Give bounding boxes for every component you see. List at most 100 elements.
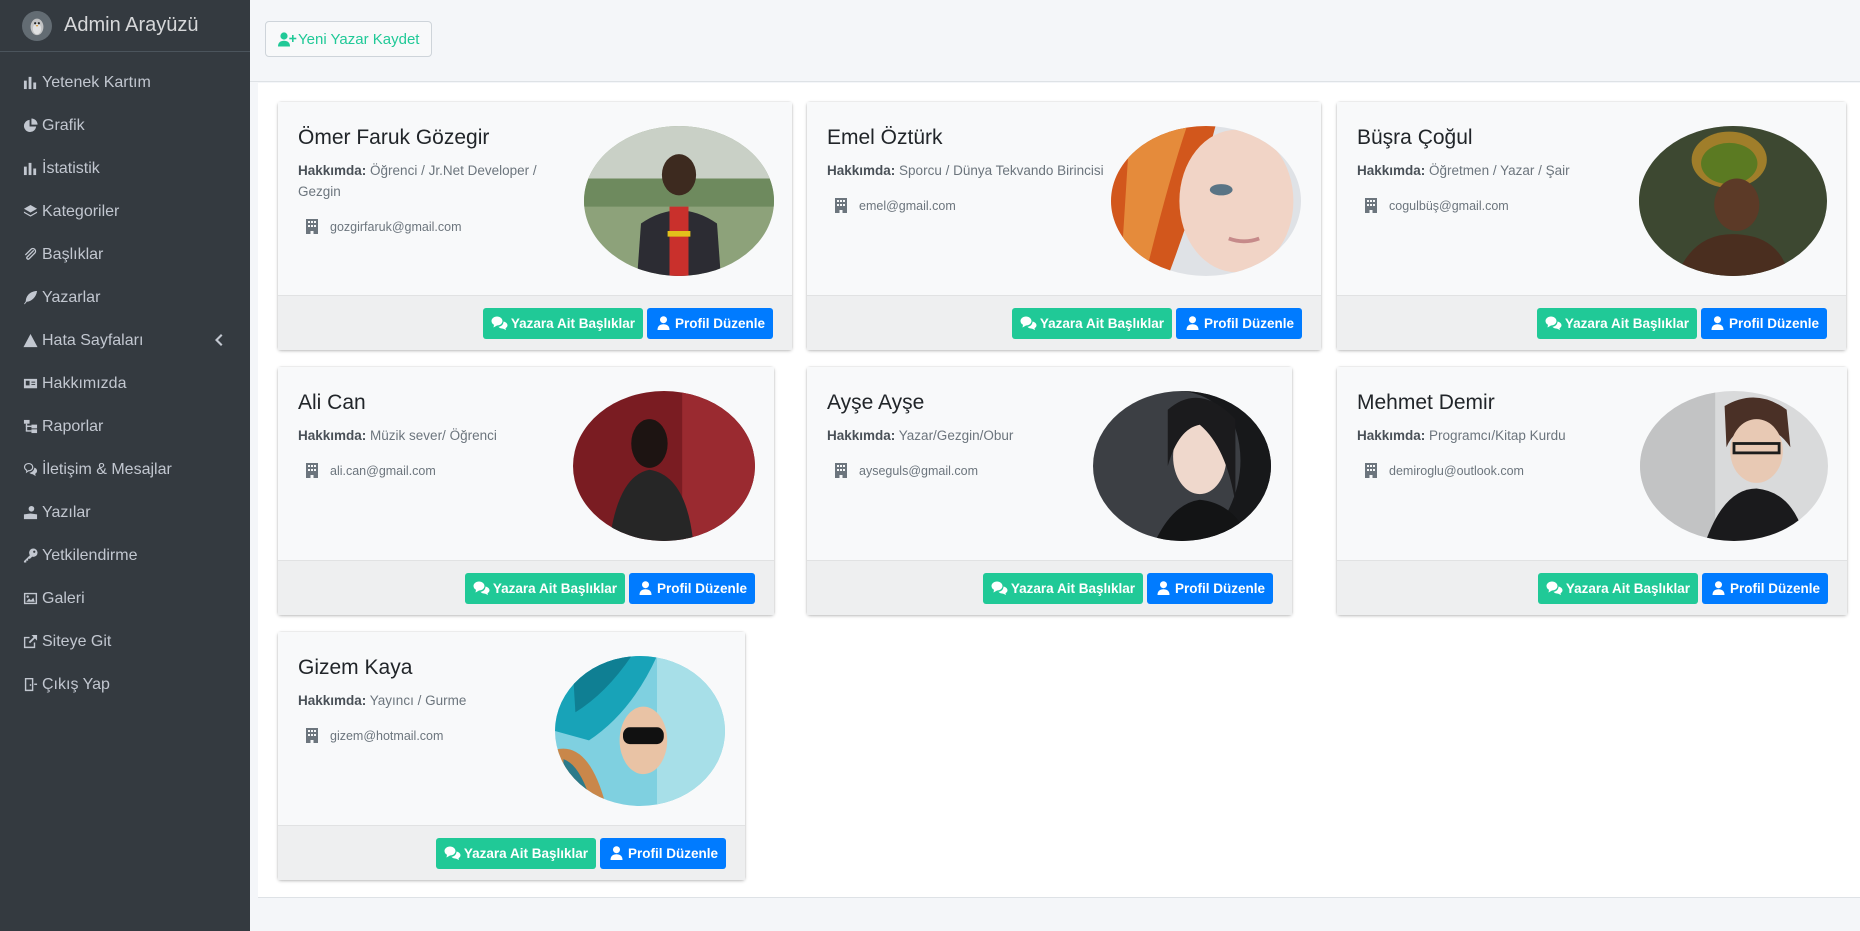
sidebar-item-label: Hata Sayfaları <box>42 331 144 349</box>
writer-card: Ömer Faruk Gözegir Hakkımda: Öğrenci / J… <box>278 102 792 350</box>
edit-profile-label: Profil Düzenle <box>674 315 765 331</box>
paperclip-icon <box>23 247 38 262</box>
user-plus-icon <box>278 31 297 46</box>
writer-name: Büşra Çoğul <box>1357 126 1473 149</box>
writer-name: Ali Can <box>298 391 366 414</box>
bar-chart-icon <box>23 161 38 176</box>
writer-email-text: gozgirfaruk@gmail.com <box>330 219 462 234</box>
edit-profile-button[interactable]: Profil Düzenle <box>628 572 755 604</box>
writer-about: Hakkımda: Öğrenci / Jr.Net Developer / G… <box>298 160 548 202</box>
writer-card: Mehmet Demir Hakkımda: Programcı/Kitap K… <box>1337 367 1847 615</box>
writer-titles-button[interactable]: Yazara Ait Başlıklar <box>982 572 1143 604</box>
writer-photo <box>573 391 755 541</box>
top-toolbar: Yeni Yazar Kaydet <box>250 0 1860 82</box>
writer-card-body: Ali Can Hakkımda: Müzik sever/ Öğrenci a… <box>278 367 774 560</box>
sidebar-item-label: Yazarlar <box>42 288 101 306</box>
brand-link[interactable]: Admin Arayüzü <box>0 0 250 52</box>
writer-titles-button[interactable]: Yazara Ait Başlıklar <box>1537 572 1698 604</box>
writer-name: Emel Öztürk <box>827 126 943 149</box>
feather-icon <box>23 290 38 305</box>
sidebar-item-yetenek-kartim[interactable]: Yetenek Kartım <box>0 61 250 104</box>
writer-name: Ömer Faruk Gözegir <box>298 126 490 149</box>
writer-titles-button[interactable]: Yazara Ait Başlıklar <box>1536 307 1697 339</box>
sidebar-item-iletisim[interactable]: İletişim & Mesajlar <box>0 448 250 491</box>
building-icon <box>306 463 318 478</box>
sidebar-item-label: Yetkilendirme <box>42 546 138 564</box>
penguin-logo-icon <box>22 10 52 41</box>
sidebar-item-siteye-git[interactable]: Siteye Git <box>0 620 250 663</box>
building-icon <box>306 728 318 743</box>
layers-icon <box>23 204 38 219</box>
sidebar-item-yazarlar[interactable]: Yazarlar <box>0 276 250 319</box>
writer-email: ayseguls@gmail.com <box>835 463 978 478</box>
sidebar-item-yazilar[interactable]: Yazılar <box>0 491 250 534</box>
edit-profile-button[interactable]: Profil Düzenle <box>1146 572 1273 604</box>
writer-photo <box>555 656 725 806</box>
writers-grid: Ömer Faruk Gözegir Hakkımda: Öğrenci / J… <box>258 83 1860 898</box>
sidebar-item-basliklar[interactable]: Başlıklar <box>0 233 250 276</box>
sidebar-item-label: İstatistik <box>42 159 100 177</box>
writer-about-text: Öğretmen / Yazar / Şair <box>1429 163 1570 178</box>
edit-profile-button[interactable]: Profil Düzenle <box>1175 307 1302 339</box>
writer-about: Hakkımda: Müzik sever/ Öğrenci <box>298 425 548 446</box>
writer-titles-button[interactable]: Yazara Ait Başlıklar <box>482 307 643 339</box>
edit-profile-button[interactable]: Profil Düzenle <box>1700 307 1827 339</box>
sidebar-item-hata-sayfalari[interactable]: Hata Sayfaları <box>0 319 250 362</box>
writer-titles-button[interactable]: Yazara Ait Başlıklar <box>464 572 625 604</box>
writer-card: Ayşe Ayşe Hakkımda: Yazar/Gezgin/Obur ay… <box>807 367 1292 615</box>
sidebar-item-label: Yetenek Kartım <box>42 73 151 91</box>
writer-photo <box>584 126 774 276</box>
edit-profile-label: Profil Düzenle <box>1729 580 1820 596</box>
sitemap-icon <box>23 419 38 434</box>
writer-card-footer: Yazara Ait Başlıklar Profil Düzenle <box>1337 560 1847 615</box>
sidebar-item-hakkimizda[interactable]: Hakkımızda <box>0 362 250 405</box>
writer-titles-button[interactable]: Yazara Ait Başlıklar <box>435 837 596 869</box>
user-icon <box>1712 581 1725 595</box>
sidebar-item-cikis-yap[interactable]: Çıkış Yap <box>0 663 250 706</box>
sidebar-item-label: Galeri <box>42 589 85 607</box>
key-icon <box>23 548 38 563</box>
writer-card-body: Ayşe Ayşe Hakkımda: Yazar/Gezgin/Obur ay… <box>807 367 1292 560</box>
comments-icon <box>1546 581 1563 595</box>
comments-icon <box>1020 316 1037 330</box>
writer-email: cogulbüş@gmail.com <box>1365 198 1509 213</box>
writer-titles-label: Yazara Ait Başlıklar <box>492 580 617 596</box>
chevron-left-icon[interactable] <box>212 333 224 347</box>
sidebar-item-kategoriler[interactable]: Kategoriler <box>0 190 250 233</box>
edit-profile-button[interactable]: Profil Düzenle <box>1701 572 1828 604</box>
writer-titles-label: Yazara Ait Başlıklar <box>1039 315 1164 331</box>
writer-about-text: Programcı/Kitap Kurdu <box>1429 428 1566 443</box>
door-exit-icon <box>23 677 38 692</box>
sidebar-item-galeri[interactable]: Galeri <box>0 577 250 620</box>
sidebar-item-label: Çıkış Yap <box>42 675 110 693</box>
warning-icon <box>23 333 38 348</box>
writer-photo <box>1639 126 1827 276</box>
writer-email-text: demiroglu@outlook.com <box>1389 463 1524 478</box>
writer-card-footer: Yazara Ait Başlıklar Profil Düzenle <box>278 560 774 615</box>
sidebar-item-label: Raporlar <box>42 417 104 435</box>
writer-email-text: gizem@hotmail.com <box>330 728 444 743</box>
sidebar-item-grafik[interactable]: Grafik <box>0 104 250 147</box>
edit-profile-label: Profil Düzenle <box>656 580 747 596</box>
about-prefix: Hakkımda: <box>827 163 896 178</box>
sidebar-item-istatistik[interactable]: İstatistik <box>0 147 250 190</box>
user-icon <box>1186 316 1199 330</box>
user-icon <box>639 581 652 595</box>
sidebar-item-label: Yazılar <box>42 503 91 521</box>
user-icon <box>1157 581 1170 595</box>
writer-photo <box>1111 126 1301 276</box>
sidebar-item-yetkilendirme[interactable]: Yetkilendirme <box>0 534 250 577</box>
sidebar-item-raporlar[interactable]: Raporlar <box>0 405 250 448</box>
writer-about-text: Müzik sever/ Öğrenci <box>370 428 497 443</box>
edit-profile-button[interactable]: Profil Düzenle <box>599 837 726 869</box>
sidebar-item-label: İletişim & Mesajlar <box>42 460 172 478</box>
writer-card: Gizem Kaya Hakkımda: Yayıncı / Gurme giz… <box>278 632 745 880</box>
writer-about: Hakkımda: Öğretmen / Yazar / Şair <box>1357 160 1607 181</box>
writer-titles-button[interactable]: Yazara Ait Başlıklar <box>1011 307 1172 339</box>
edit-profile-label: Profil Düzenle <box>1728 315 1819 331</box>
writer-name: Mehmet Demir <box>1357 391 1495 414</box>
bar-chart-icon <box>23 75 38 90</box>
building-icon <box>835 198 847 213</box>
edit-profile-button[interactable]: Profil Düzenle <box>646 307 773 339</box>
new-writer-button[interactable]: Yeni Yazar Kaydet <box>265 21 433 57</box>
